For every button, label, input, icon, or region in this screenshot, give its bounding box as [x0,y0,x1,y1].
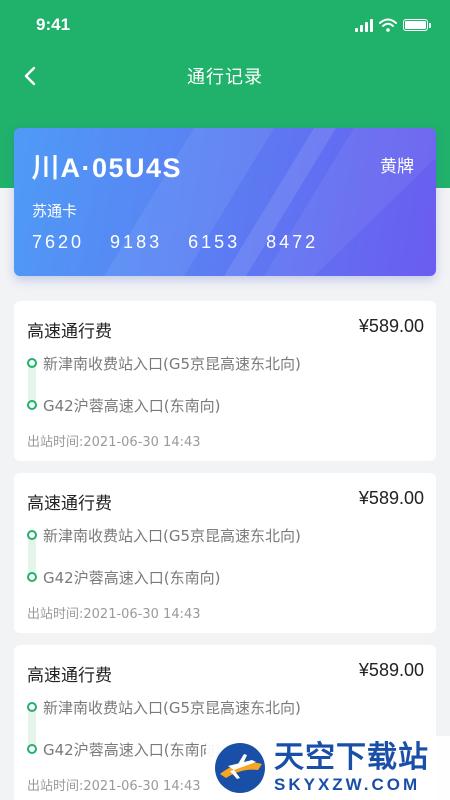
plate-type: 黄牌 [380,157,414,177]
status-icons [355,18,431,32]
watermark-title: 天空下载站 [274,740,429,775]
watermark-site: SKYXZW.COM [274,775,421,794]
record-amount: ¥589.00 [358,316,424,336]
watermark-text: 天空下载站 SKYXZW.COM [274,740,429,794]
vehicle-plate-card[interactable]: 川A·05U4S 黄牌 苏通卡 7620 9183 6153 8472 [14,128,436,276]
toll-record[interactable]: 高速通行费 ¥589.00 新津南收费站入口(G5京昆高速东北向) G42沪蓉高… [14,301,436,461]
chevron-left-icon [24,66,36,86]
entry-dot-icon [27,702,37,712]
entry-dot-icon [27,530,37,540]
record-title: 高速通行费 [27,494,112,514]
entry-station: 新津南收费站入口(G5京昆高速东北向) [43,355,301,373]
record-title: 高速通行费 [27,666,112,686]
exit-station: G42沪蓉高速入口(东南向) [43,741,221,759]
exit-station: G42沪蓉高速入口(东南向) [43,397,221,415]
record-amount: ¥589.00 [358,488,424,508]
card-number: 7620 9183 6153 8472 [32,232,319,252]
exit-dot-icon [27,400,37,410]
toll-record[interactable]: 高速通行费 ¥589.00 新津南收费站入口(G5京昆高速东北向) G42沪蓉高… [14,473,436,633]
exit-time: 出站时间:2021-06-30 14:43 [27,435,201,450]
exit-time: 出站时间:2021-06-30 14:43 [27,779,201,794]
site-watermark: 天空下载站 SKYXZW.COM [206,736,450,800]
exit-station: G42沪蓉高速入口(东南向) [43,569,221,587]
exit-time: 出站时间:2021-06-30 14:43 [27,607,201,622]
wifi-icon [379,18,397,32]
battery-icon [403,19,431,31]
signal-icon [355,18,373,32]
entry-station: 新津南收费站入口(G5京昆高速东北向) [43,527,301,545]
status-bar: 9:41 [0,0,450,50]
back-button[interactable] [14,60,46,92]
plate-number: 川A·05U4S [32,153,183,183]
exit-dot-icon [27,744,37,754]
card-type: 苏通卡 [32,202,78,220]
page-title: 通行记录 [187,67,263,88]
entry-dot-icon [27,358,37,368]
exit-dot-icon [27,572,37,582]
entry-station: 新津南收费站入口(G5京昆高速东北向) [43,699,301,717]
record-title: 高速通行费 [27,322,112,342]
airplane-logo-icon [215,743,265,793]
nav-bar: 通行记录 [0,52,450,100]
record-amount: ¥589.00 [358,660,424,680]
status-time: 9:41 [36,15,71,34]
